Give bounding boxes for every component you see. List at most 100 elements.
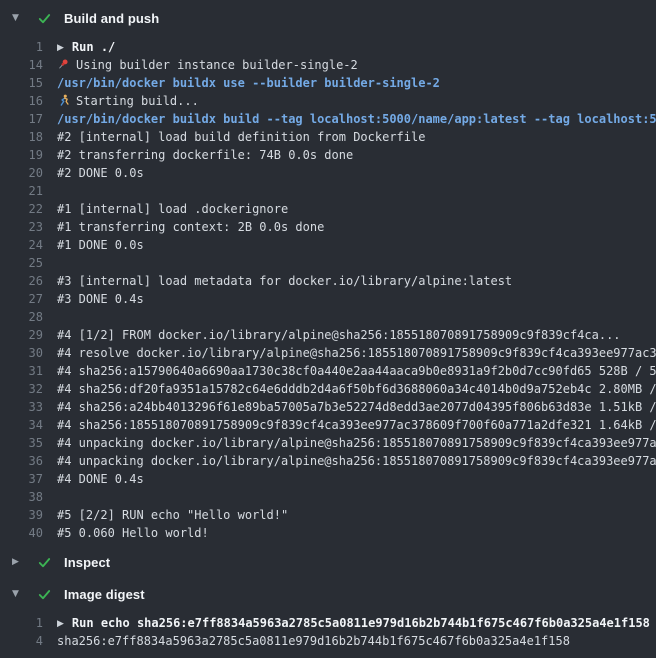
log-line: 32 #4 sha256:df20fa9351a15782c64e6dddb2d… xyxy=(0,380,656,398)
line-number[interactable]: 27 xyxy=(0,290,43,308)
line-text-content: #5 [2/2] RUN echo "Hello world!" xyxy=(57,508,288,522)
line-text: #4 sha256:df20fa9351a15782c64e6dddb2d4a6… xyxy=(57,380,656,398)
log-line: 38 xyxy=(0,488,656,506)
line-text-content: #4 [1/2] FROM docker.io/library/alpine@s… xyxy=(57,328,621,342)
section-lines: 1 ▶ Run ./ 14 Using builder instance buil… xyxy=(0,36,656,546)
section-title: Build and push xyxy=(64,11,159,26)
line-number[interactable]: 35 xyxy=(0,434,43,452)
log-line: 29 #4 [1/2] FROM docker.io/library/alpin… xyxy=(0,326,656,344)
line-text-content: #1 [internal] load .dockerignore xyxy=(57,202,288,216)
line-text-content: #4 unpacking docker.io/library/alpine@sh… xyxy=(57,436,656,450)
line-text: #4 DONE 0.4s xyxy=(57,470,656,488)
line-number[interactable]: 32 xyxy=(0,380,43,398)
line-number[interactable]: 30 xyxy=(0,344,43,362)
section-build-and-push: ▼ Build and push 1 ▶ Run ./ 14 Using buil… xyxy=(0,0,656,546)
line-number[interactable]: 16 xyxy=(0,92,43,110)
line-text-content: #4 sha256:a24bb4013296f61e89ba57005a7b3e… xyxy=(57,400,656,414)
line-number[interactable]: 36 xyxy=(0,452,43,470)
line-number[interactable]: 31 xyxy=(0,362,43,380)
log-line: 34 #4 sha256:185518070891758909c9f839cf4… xyxy=(0,416,656,434)
line-number[interactable]: 14 xyxy=(0,56,43,74)
line-text-content: #4 sha256:a15790640a6690aa1730c38cf0a440… xyxy=(57,364,656,378)
line-text-content: #1 transferring context: 2B 0.0s done xyxy=(57,220,324,234)
check-icon xyxy=(36,10,52,26)
log-line: 22 #1 [internal] load .dockerignore xyxy=(0,200,656,218)
line-number[interactable]: 37 xyxy=(0,470,43,488)
log-line: 21 xyxy=(0,182,656,200)
line-text-content: #5 0.060 Hello world! xyxy=(57,526,209,540)
line-number[interactable]: 40 xyxy=(0,524,43,542)
log-line: 24 #1 DONE 0.0s xyxy=(0,236,656,254)
line-text: Starting build... xyxy=(57,92,656,110)
log-line: 15 /usr/bin/docker buildx use --builder … xyxy=(0,74,656,92)
line-number[interactable]: 34 xyxy=(0,416,43,434)
line-text: #2 DONE 0.0s xyxy=(57,164,656,182)
line-number[interactable]: 38 xyxy=(0,488,43,506)
line-number[interactable]: 18 xyxy=(0,128,43,146)
line-text-content: /usr/bin/docker buildx use --builder bui… xyxy=(57,76,440,90)
line-number[interactable]: 23 xyxy=(0,218,43,236)
log-line: 20 #2 DONE 0.0s xyxy=(0,164,656,182)
line-number[interactable]: 4 xyxy=(0,632,43,650)
chevron-down-icon[interactable]: ▼ xyxy=(12,14,26,23)
log-line: 40 #5 0.060 Hello world! xyxy=(0,524,656,542)
line-text-content: #4 DONE 0.4s xyxy=(57,472,144,486)
line-text xyxy=(57,254,656,272)
section-header-image-digest[interactable]: ▼ Image digest xyxy=(0,578,656,610)
line-text-content: Run ./ xyxy=(72,40,115,54)
line-number[interactable]: 1 xyxy=(0,38,43,56)
log-line: 4 sha256:e7ff8834a5963a2785c5a0811e979d1… xyxy=(0,632,656,650)
log-viewer: ▼ Build and push 1 ▶Run ./ 14 Using buil… xyxy=(0,0,656,658)
section-header-build-and-push[interactable]: ▼ Build and push xyxy=(0,0,656,36)
section-title: Image digest xyxy=(64,587,145,602)
section-header-inspect[interactable]: ▶ Inspect xyxy=(0,546,656,578)
line-number[interactable]: 15 xyxy=(0,74,43,92)
log-line: 25 xyxy=(0,254,656,272)
line-text-content: #3 [internal] load metadata for docker.i… xyxy=(57,274,512,288)
section-lines: 1 ▶ Run echo sha256:e7ff8834a5963a2785c5a… xyxy=(0,610,656,654)
check-icon xyxy=(36,586,52,602)
log-line: 14 Using builder instance builder-single… xyxy=(0,56,656,74)
line-text: #1 DONE 0.0s xyxy=(57,236,656,254)
log-line: 33 #4 sha256:a24bb4013296f61e89ba57005a7… xyxy=(0,398,656,416)
line-text: Using builder instance builder-single-2 xyxy=(57,56,656,74)
line-number[interactable]: 1 xyxy=(0,614,43,632)
line-text: #4 sha256:185518070891758909c9f839cf4ca3… xyxy=(57,416,656,434)
line-text: #3 [internal] load metadata for docker.i… xyxy=(57,272,656,290)
group-expand-icon[interactable]: ▶ xyxy=(57,39,64,56)
line-text: sha256:e7ff8834a5963a2785c5a0811e979d16b… xyxy=(57,632,656,650)
section-title: Inspect xyxy=(64,555,110,570)
line-text-content: Run echo sha256:e7ff8834a5963a2785c5a081… xyxy=(72,616,650,630)
section-image-digest: ▼ Image digest 1 ▶ Run echo sha256:e7ff88… xyxy=(0,578,656,654)
line-text-content: /usr/bin/docker buildx build --tag local… xyxy=(57,112,656,126)
line-number[interactable]: 17 xyxy=(0,110,43,128)
log-line: 16 Starting build... xyxy=(0,92,656,110)
check-icon xyxy=(36,554,52,570)
line-number[interactable]: 39 xyxy=(0,506,43,524)
line-number[interactable]: 33 xyxy=(0,398,43,416)
line-text-content: #4 sha256:df20fa9351a15782c64e6dddb2d4a6… xyxy=(57,382,656,396)
line-text: #2 [internal] load build definition from… xyxy=(57,128,656,146)
log-line: 17 /usr/bin/docker buildx build --tag lo… xyxy=(0,110,656,128)
line-number[interactable]: 21 xyxy=(0,182,43,200)
line-number[interactable]: 20 xyxy=(0,164,43,182)
line-number[interactable]: 26 xyxy=(0,272,43,290)
log-line: 39 #5 [2/2] RUN echo "Hello world!" xyxy=(0,506,656,524)
log-line: 27 #3 DONE 0.4s xyxy=(0,290,656,308)
line-number[interactable]: 19 xyxy=(0,146,43,164)
line-text: #4 resolve docker.io/library/alpine@sha2… xyxy=(57,344,656,362)
line-text-content: #4 resolve docker.io/library/alpine@sha2… xyxy=(57,346,656,360)
line-number[interactable]: 24 xyxy=(0,236,43,254)
line-number[interactable]: 29 xyxy=(0,326,43,344)
chevron-right-icon[interactable]: ▶ xyxy=(12,558,26,567)
line-text-content: #2 transferring dockerfile: 74B 0.0s don… xyxy=(57,148,353,162)
line-number[interactable]: 22 xyxy=(0,200,43,218)
group-expand-icon[interactable]: ▶ xyxy=(57,615,64,632)
line-number[interactable]: 25 xyxy=(0,254,43,272)
line-text: #4 sha256:a24bb4013296f61e89ba57005a7b3e… xyxy=(57,398,656,416)
line-number[interactable]: 28 xyxy=(0,308,43,326)
line-text xyxy=(57,488,656,506)
line-text: #4 [1/2] FROM docker.io/library/alpine@s… xyxy=(57,326,656,344)
chevron-down-icon[interactable]: ▼ xyxy=(12,590,26,599)
log-line: 28 xyxy=(0,308,656,326)
